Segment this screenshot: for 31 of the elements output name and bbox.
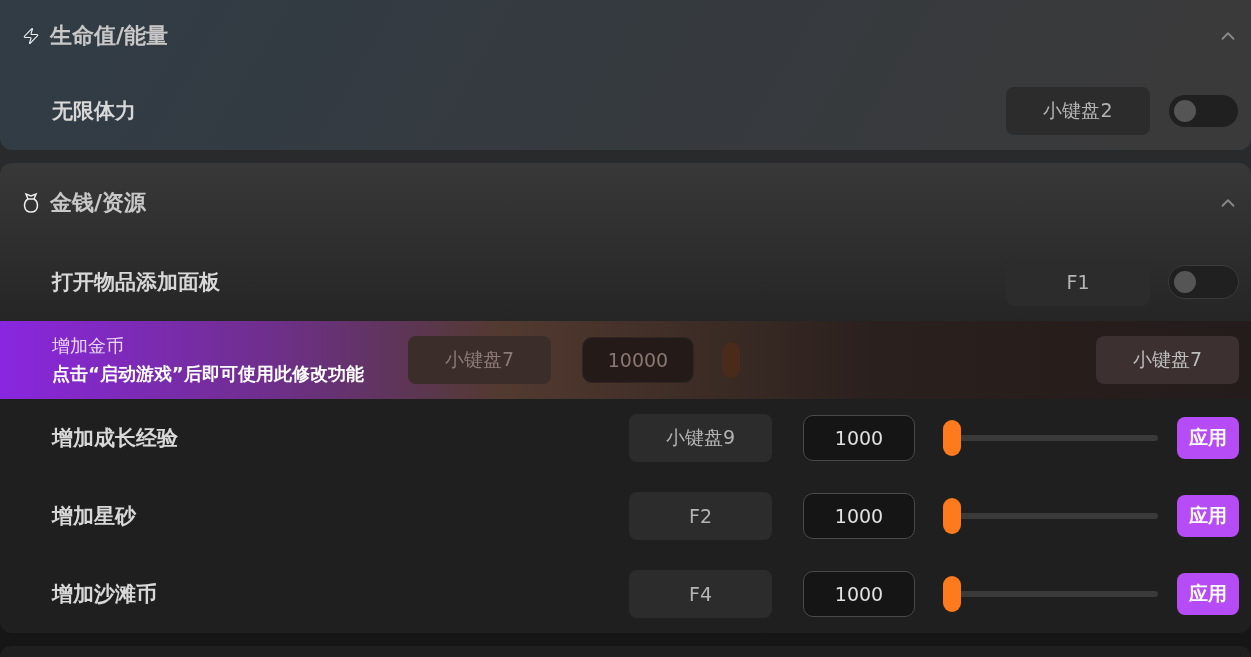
apply-button[interactable]: 应用: [1177, 495, 1239, 537]
option-label: 增加成长经验: [52, 425, 179, 452]
toggle-switch[interactable]: [1168, 94, 1239, 128]
value-field[interactable]: 10000: [582, 337, 694, 383]
apply-button[interactable]: 应用: [1177, 417, 1239, 459]
option-label: 增加星砂: [52, 503, 138, 530]
slider-thumb[interactable]: [943, 576, 961, 612]
hotkey-button[interactable]: 小键盘9: [629, 414, 772, 462]
hotkey-button[interactable]: F4: [629, 570, 772, 618]
hotkey-button[interactable]: 小键盘7: [1096, 336, 1239, 384]
slider-track[interactable]: [943, 498, 1158, 534]
value-field[interactable]: 1000: [803, 571, 915, 617]
option-label: 打开物品添加面板: [52, 269, 221, 296]
slider-thumb[interactable]: [943, 420, 961, 456]
option-label: 增加沙滩币: [52, 581, 158, 608]
option-label: 增加金币: [52, 334, 125, 358]
hotkey-button[interactable]: F2: [629, 492, 772, 540]
unlock-hint: 点击“启动游戏”后即可使用此修改功能: [52, 362, 365, 386]
lightning-icon: [22, 27, 40, 45]
slider-track[interactable]: [943, 576, 1158, 612]
section-title: 生命值/能量: [50, 22, 170, 50]
slider-track[interactable]: [943, 420, 1158, 456]
money-bag-icon: [22, 192, 40, 214]
section-title: 金钱/资源: [50, 189, 148, 217]
hotkey-button[interactable]: 小键盘2: [1006, 87, 1150, 135]
option-label: 无限体力: [52, 98, 137, 125]
slider-thumb[interactable]: [943, 498, 961, 534]
apply-button[interactable]: 应用: [1177, 573, 1239, 615]
toggle-switch[interactable]: [1168, 265, 1239, 299]
value-field[interactable]: 1000: [803, 415, 915, 461]
value-field[interactable]: 1000: [803, 493, 915, 539]
